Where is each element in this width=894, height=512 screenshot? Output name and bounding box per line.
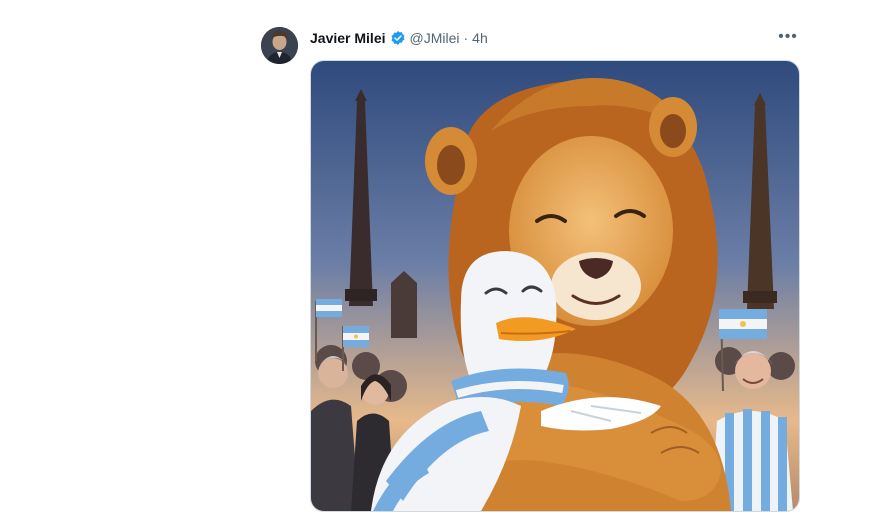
tweet-timestamp[interactable]: 4h [472, 30, 488, 46]
tweet: Javier Milei @JMilei · 4h ••• [0, 0, 894, 512]
avatar-image [261, 27, 298, 64]
lion-hugging-duck-illustration [311, 61, 799, 511]
author-handle[interactable]: @JMilei [410, 30, 460, 46]
more-options-icon[interactable]: ••• [776, 26, 800, 48]
tweet-media-image[interactable] [310, 60, 800, 512]
author-avatar[interactable] [261, 27, 298, 64]
verified-badge-icon [390, 30, 406, 46]
author-name[interactable]: Javier Milei [310, 30, 386, 46]
separator-dot: · [463, 30, 469, 46]
tweet-header: Javier Milei @JMilei · 4h [310, 28, 488, 48]
